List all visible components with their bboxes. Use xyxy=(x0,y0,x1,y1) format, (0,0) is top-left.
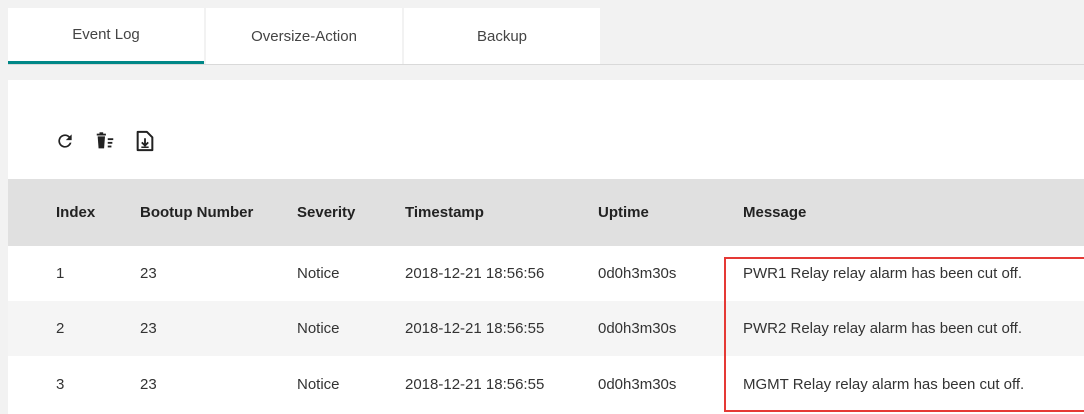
event-log-table: Index Bootup Number Severity Timestamp U… xyxy=(8,179,1084,412)
header-bootup-number[interactable]: Bootup Number xyxy=(140,179,297,246)
tab-backup[interactable]: Backup xyxy=(402,8,600,64)
tab-bar: Event Log Oversize-Action Backup xyxy=(8,8,600,64)
cell-bootup-number: 23 xyxy=(140,356,297,412)
table-header-row: Index Bootup Number Severity Timestamp U… xyxy=(8,179,1084,246)
tab-event-log[interactable]: Event Log xyxy=(8,8,204,64)
header-index[interactable]: Index xyxy=(8,179,140,246)
header-timestamp[interactable]: Timestamp xyxy=(405,179,598,246)
cell-index: 1 xyxy=(8,246,140,301)
toolbar xyxy=(52,128,172,154)
cell-severity: Notice xyxy=(297,301,405,356)
export-button[interactable] xyxy=(132,128,158,154)
cell-severity: Notice xyxy=(297,356,405,412)
refresh-icon xyxy=(58,134,72,148)
cell-index: 2 xyxy=(8,301,140,356)
cell-timestamp: 2018-12-21 18:56:55 xyxy=(405,356,598,412)
clear-log-button[interactable] xyxy=(92,128,118,154)
cell-bootup-number: 23 xyxy=(140,246,297,301)
cell-message: MGMT Relay relay alarm has been cut off. xyxy=(739,356,1084,412)
table-row[interactable]: 1 23 Notice 2018-12-21 18:56:56 0d0h3m30… xyxy=(8,246,1084,301)
cell-message: PWR2 Relay relay alarm has been cut off. xyxy=(739,301,1084,356)
cell-uptime: 0d0h3m30s xyxy=(598,356,739,412)
header-message[interactable]: Message xyxy=(739,179,1084,246)
refresh-button[interactable] xyxy=(52,128,78,154)
table-row[interactable]: 2 23 Notice 2018-12-21 18:56:55 0d0h3m30… xyxy=(8,301,1084,356)
export-icon xyxy=(136,130,154,152)
tab-oversize-action[interactable]: Oversize-Action xyxy=(204,8,402,64)
cell-index: 3 xyxy=(8,356,140,412)
cell-message: PWR1 Relay relay alarm has been cut off. xyxy=(739,246,1084,301)
header-severity[interactable]: Severity xyxy=(297,179,405,246)
tab-divider xyxy=(8,64,1084,65)
cell-bootup-number: 23 xyxy=(140,301,297,356)
cell-timestamp: 2018-12-21 18:56:56 xyxy=(405,246,598,301)
cell-severity: Notice xyxy=(297,246,405,301)
cell-uptime: 0d0h3m30s xyxy=(598,246,739,301)
clear-log-icon xyxy=(96,132,114,149)
cell-timestamp: 2018-12-21 18:56:55 xyxy=(405,301,598,356)
header-uptime[interactable]: Uptime xyxy=(598,179,739,246)
cell-uptime: 0d0h3m30s xyxy=(598,301,739,356)
table-row[interactable]: 3 23 Notice 2018-12-21 18:56:55 0d0h3m30… xyxy=(8,356,1084,412)
